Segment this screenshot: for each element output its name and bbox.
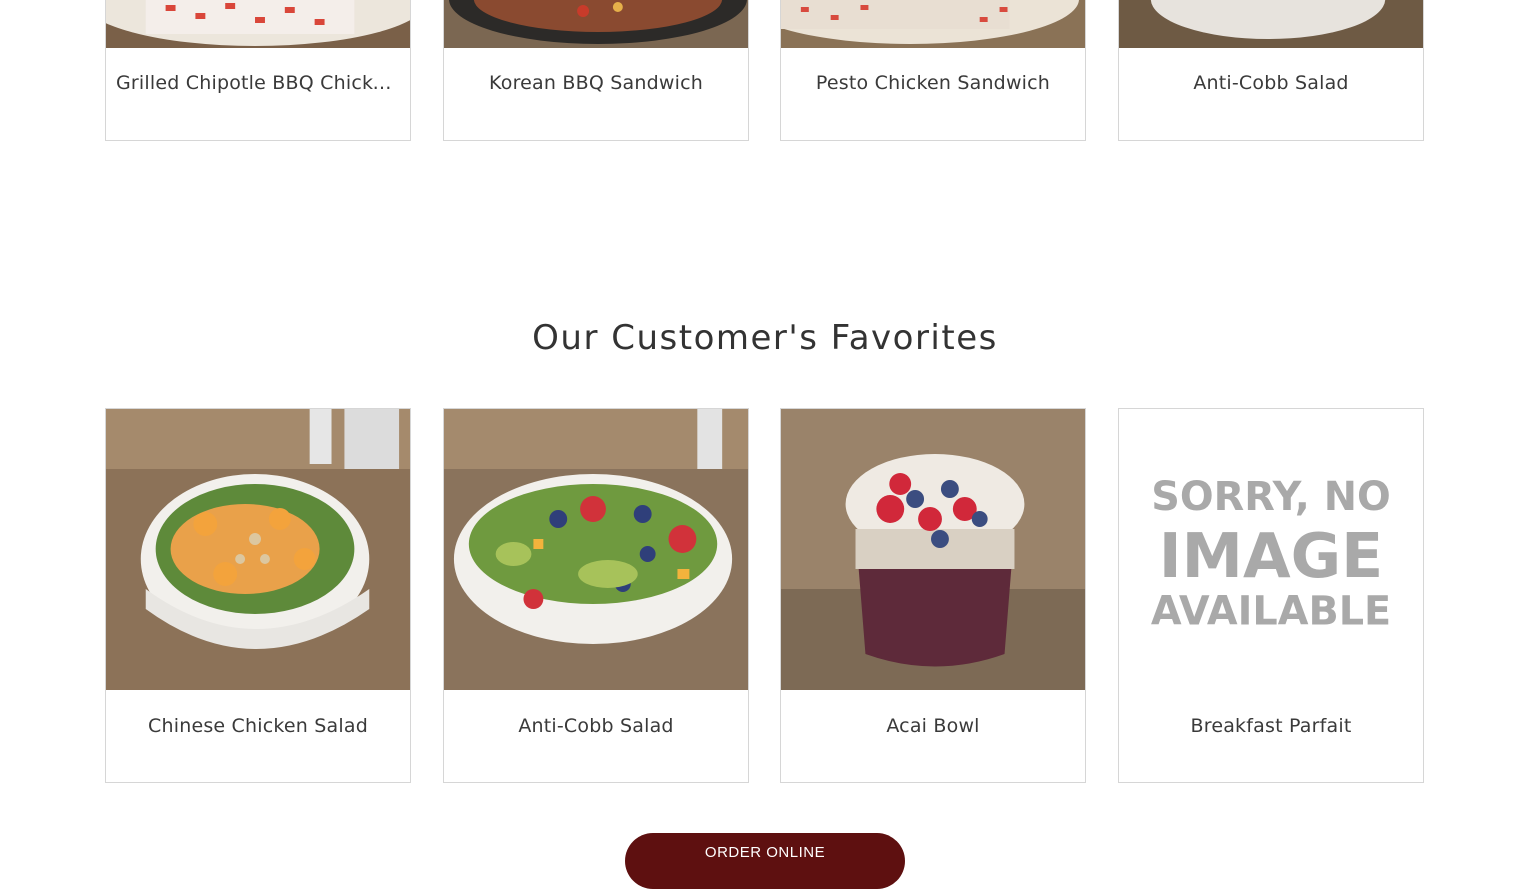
menu-item-name[interactable]: Pesto Chicken Sandwich	[781, 72, 1085, 94]
menu-item-photo[interactable]	[106, 0, 410, 48]
menu-item-name[interactable]: Anti-Cobb Salad	[1119, 72, 1423, 94]
menu-card[interactable]: Grilled Chipotle BBQ Chicken Sandwich	[105, 0, 411, 141]
no-image-line-3: AVAILABLE	[1151, 589, 1391, 635]
favorite-photo[interactable]	[781, 409, 1085, 690]
menu-card[interactable]: Anti-Cobb Salad	[1118, 0, 1424, 141]
no-image-line-1: SORRY, NO	[1151, 474, 1390, 520]
menu-items-row: Grilled Chipotle BBQ Chicken Sandwich Ko…	[105, 0, 1425, 141]
no-image-placeholder: SORRY, NO IMAGE AVAILABLE	[1119, 409, 1423, 690]
favorite-card[interactable]: Anti-Cobb Salad	[443, 408, 749, 783]
favorite-card[interactable]: SORRY, NO IMAGE AVAILABLE Breakfast Parf…	[1118, 408, 1424, 783]
favorite-name[interactable]: Breakfast Parfait	[1119, 715, 1423, 737]
favorites-row: Chinese Chicken Salad Anti-Cobb Salad Ac…	[105, 408, 1425, 783]
menu-card[interactable]: Pesto Chicken Sandwich	[780, 0, 1086, 141]
favorite-card[interactable]: Chinese Chicken Salad	[105, 408, 411, 783]
menu-item-photo[interactable]	[444, 0, 748, 48]
menu-item-name[interactable]: Korean BBQ Sandwich	[444, 72, 748, 94]
favorite-name[interactable]: Acai Bowl	[781, 715, 1085, 737]
favorite-photo[interactable]	[106, 409, 410, 690]
favorite-photo[interactable]	[444, 409, 748, 690]
menu-item-photo[interactable]	[781, 0, 1085, 48]
menu-card[interactable]: Korean BBQ Sandwich	[443, 0, 749, 141]
favorite-name[interactable]: Chinese Chicken Salad	[106, 715, 410, 737]
favorite-name[interactable]: Anti-Cobb Salad	[444, 715, 748, 737]
menu-item-name[interactable]: Grilled Chipotle BBQ Chicken Sandwich	[106, 72, 410, 94]
menu-item-photo[interactable]	[1119, 0, 1423, 48]
order-online-button[interactable]: ORDER ONLINE	[625, 833, 905, 889]
no-image-line-2: IMAGE	[1159, 520, 1383, 592]
favorites-heading: Our Customer's Favorites	[532, 318, 998, 358]
favorite-card[interactable]: Acai Bowl	[780, 408, 1086, 783]
